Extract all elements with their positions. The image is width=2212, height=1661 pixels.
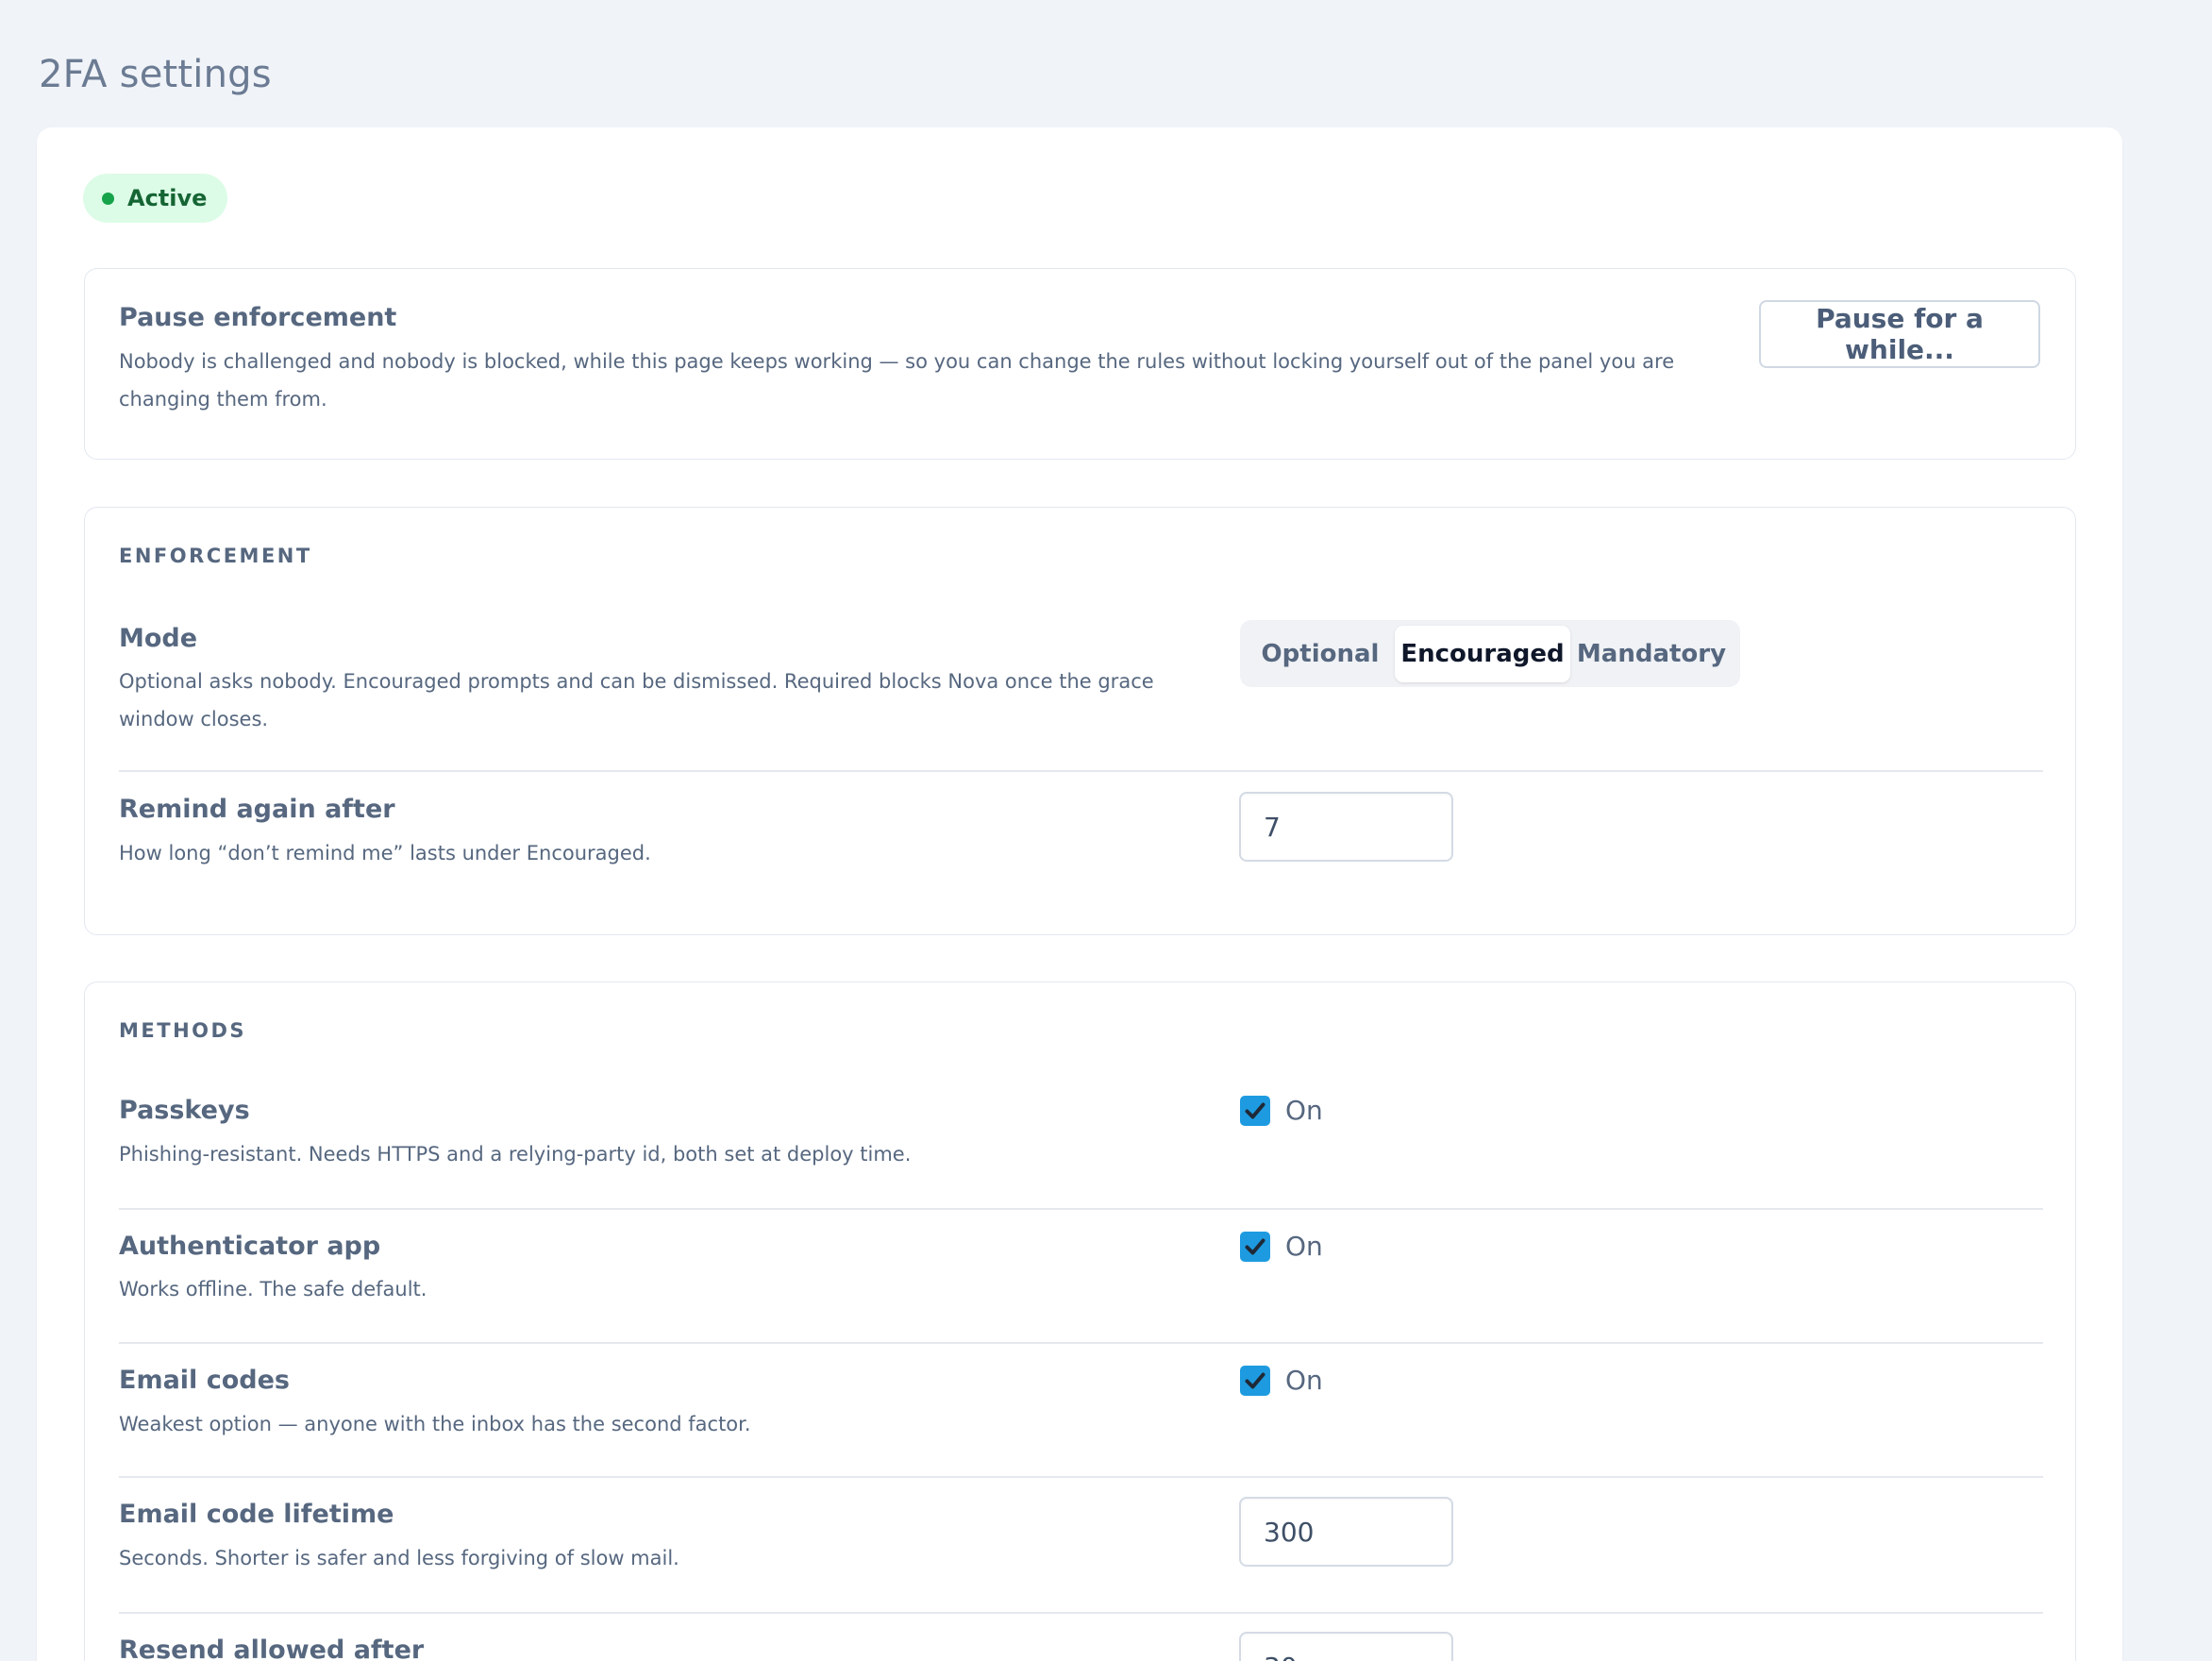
authenticator-checkbox[interactable] xyxy=(1240,1231,1270,1262)
status-badge: Active xyxy=(83,174,228,223)
divider xyxy=(119,1208,2043,1210)
email-codes-state-label: On xyxy=(1285,1365,1323,1396)
page-title: 2FA settings xyxy=(39,53,272,96)
passkeys-checkbox[interactable] xyxy=(1240,1095,1270,1126)
passkeys-toggle[interactable]: On xyxy=(1240,1095,1323,1126)
pause-button[interactable]: Pause for a while... xyxy=(1759,300,2040,368)
divider xyxy=(119,1476,2043,1478)
page: 2FA settings Active Pause enforcement No… xyxy=(0,0,2212,1661)
divider xyxy=(119,770,2043,772)
mode-segmented-control: Optional Encouraged Mandatory xyxy=(1240,620,1740,687)
methods-heading: METHODS xyxy=(119,1019,247,1042)
mode-option-mandatory[interactable]: Mandatory xyxy=(1570,626,1733,682)
passkeys-description: Phishing-resistant. Needs HTTPS and a re… xyxy=(119,1143,912,1166)
mode-description: Optional asks nobody. Encouraged prompts… xyxy=(119,670,1154,730)
resend-title: Resend allowed after xyxy=(119,1636,425,1661)
authenticator-description: Works offline. The safe default. xyxy=(119,1278,427,1300)
status-badge-label: Active xyxy=(127,185,208,211)
email-lifetime-description: Seconds. Shorter is safer and less forgi… xyxy=(119,1547,679,1569)
authenticator-title: Authenticator app xyxy=(119,1232,381,1261)
mode-option-encouraged[interactable]: Encouraged xyxy=(1395,625,1570,682)
remind-input[interactable]: 7 xyxy=(1239,792,1453,862)
divider xyxy=(119,1612,2043,1614)
resend-input[interactable]: 30 xyxy=(1239,1632,1453,1661)
pause-panel: Pause enforcement Nobody is challenged a… xyxy=(84,268,2076,460)
remind-description: How long “don’t remind me” lasts under E… xyxy=(119,842,651,864)
passkeys-title: Passkeys xyxy=(119,1096,250,1125)
email-codes-checkbox[interactable] xyxy=(1240,1365,1270,1396)
authenticator-state-label: On xyxy=(1285,1231,1323,1262)
email-codes-description: Weakest option — anyone with the inbox h… xyxy=(119,1413,751,1435)
remind-title: Remind again after xyxy=(119,795,395,824)
email-codes-title: Email codes xyxy=(119,1366,290,1395)
enforcement-panel: ENFORCEMENT Mode Optional asks nobody. E… xyxy=(84,507,2076,935)
email-lifetime-input[interactable]: 300 xyxy=(1239,1497,1453,1567)
pause-description: Nobody is challenged and nobody is block… xyxy=(119,350,1675,411)
email-codes-toggle[interactable]: On xyxy=(1240,1365,1323,1396)
check-icon xyxy=(1245,1372,1265,1388)
email-lifetime-title: Email code lifetime xyxy=(119,1500,394,1529)
check-icon xyxy=(1245,1102,1265,1118)
status-dot-icon xyxy=(102,192,114,205)
mode-option-optional[interactable]: Optional xyxy=(1246,626,1395,682)
mode-title: Mode xyxy=(119,624,198,653)
passkeys-state-label: On xyxy=(1285,1095,1323,1126)
pause-title: Pause enforcement xyxy=(119,303,397,332)
check-icon xyxy=(1245,1238,1265,1254)
methods-panel: METHODS Passkeys Phishing-resistant. Nee… xyxy=(84,982,2076,1661)
enforcement-heading: ENFORCEMENT xyxy=(119,545,312,567)
divider xyxy=(119,1342,2043,1344)
authenticator-toggle[interactable]: On xyxy=(1240,1231,1323,1262)
